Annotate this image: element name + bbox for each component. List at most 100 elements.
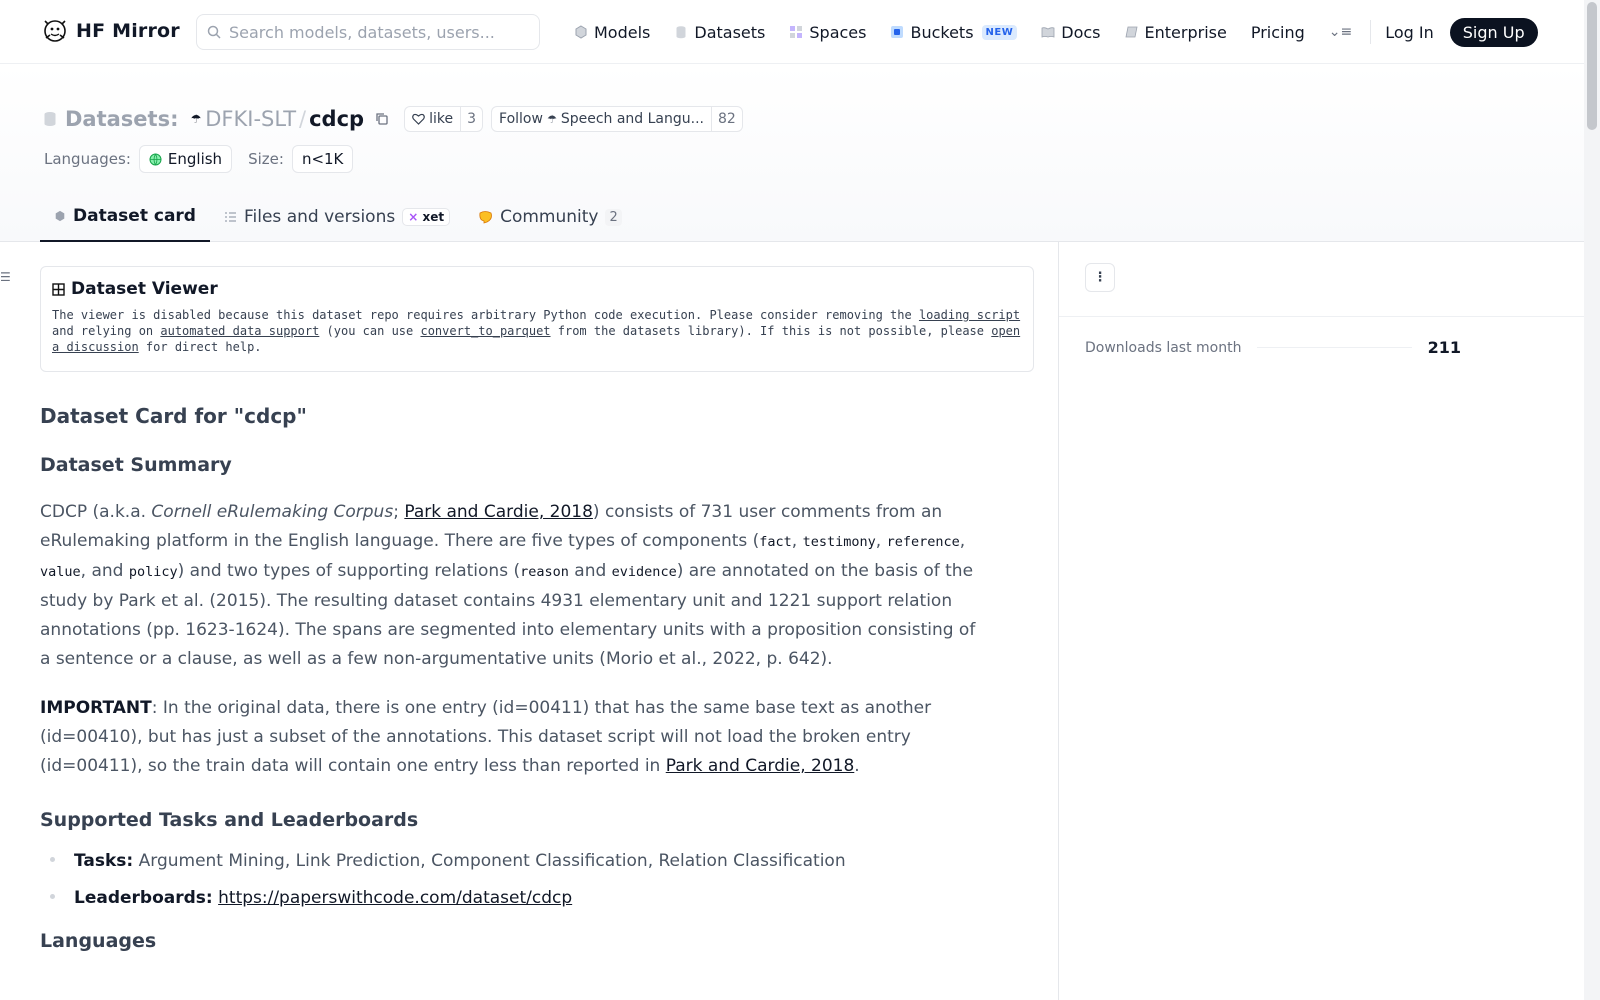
repo-type-label[interactable]: Datasets:: [65, 107, 179, 131]
park-cardie-link-2[interactable]: Park and Cardie, 2018: [666, 756, 855, 776]
size-tag[interactable]: n<1K: [291, 145, 354, 173]
repo-title-row: Datasets: ☂ DFKI-SLT / cdcp like 3 Follo…: [43, 104, 751, 134]
convert-to-parquet-link[interactable]: convert_to_parquet: [420, 324, 550, 338]
code-value: value: [40, 564, 81, 580]
tab-files-and-versions[interactable]: Files and versions × xet: [210, 192, 464, 242]
nav-links: Models Datasets Spaces Buckets NEW Docs …: [574, 17, 1538, 47]
toc-toggle-icon[interactable]: ☰: [0, 270, 11, 284]
follow-button[interactable]: Follow ☂ Speech and Langu...: [492, 107, 711, 131]
like-label: like: [429, 111, 454, 127]
like-button-group: like 3: [404, 106, 484, 132]
xet-badge: × xet: [402, 208, 451, 226]
right-sidebar: ⋮ Downloads last month 211: [1058, 242, 1585, 1000]
nav-pricing[interactable]: Pricing: [1251, 23, 1305, 42]
summary-comma-2: ,: [875, 531, 887, 551]
xet-icon: ×: [408, 210, 419, 224]
loading-script-link[interactable]: loading script: [919, 308, 1020, 322]
summary-corpus-name: Cornell eRulemaking Corpus: [151, 502, 394, 522]
nav-enterprise[interactable]: Enterprise: [1125, 23, 1227, 42]
code-reason: reason: [520, 564, 569, 580]
follow-count[interactable]: 82: [710, 107, 742, 131]
tab-community-label: Community: [500, 207, 599, 227]
viewer-text-5: for direct help.: [138, 340, 262, 354]
nav-pricing-label: Pricing: [1250, 22, 1305, 42]
repo-org-link[interactable]: DFKI-SLT: [205, 107, 296, 131]
repo-slash: /: [299, 107, 307, 131]
dataset-card-content: Dataset Card for "cdcp" Dataset Summary …: [40, 404, 980, 952]
list-item: Leaderboards: https://paperswithcode.com…: [40, 884, 980, 912]
automated-data-support-link[interactable]: automated data support: [160, 324, 319, 338]
like-button[interactable]: like: [405, 107, 460, 131]
important-end: .: [854, 756, 860, 776]
bullet: [50, 894, 55, 899]
summary-heading: Dataset Summary: [40, 454, 232, 476]
summary-text-3: ) and two types of supporting relations …: [177, 561, 521, 581]
viewer-text-4: from the datasets library). If this is n…: [550, 324, 992, 338]
page-scrollbar[interactable]: [1584, 0, 1600, 1000]
code-fact: fact: [759, 534, 792, 550]
signup-button[interactable]: Sign Up: [1449, 17, 1538, 47]
spaces-icon: [790, 26, 803, 38]
nav-divider: [1370, 20, 1372, 44]
card-title: Dataset Card for "cdcp": [40, 404, 307, 428]
heart-icon: [412, 113, 425, 125]
scrollbar-thumb[interactable]: [1587, 2, 1597, 130]
tasks-label: Tasks:: [74, 851, 134, 871]
community-count: 2: [605, 208, 622, 226]
code-evidence: evidence: [611, 564, 677, 580]
nav-spaces[interactable]: Spaces: [789, 23, 866, 42]
tab-community[interactable]: Community 2: [464, 192, 636, 242]
follow-button-group: Follow ☂ Speech and Langu... 82: [491, 106, 743, 132]
size-label: Size:: [248, 150, 284, 168]
xet-label: xet: [422, 210, 445, 224]
more-menu-icon[interactable]: ⌄≡: [1329, 24, 1352, 40]
brand-link[interactable]: HF Mirror: [42, 18, 180, 44]
dataset-viewer-box: Dataset Viewer The viewer is disabled be…: [40, 266, 1034, 372]
downloads-stat: Downloads last month 211: [1085, 338, 1461, 357]
search-box[interactable]: [196, 14, 540, 50]
database-icon: [44, 112, 56, 126]
nav-models[interactable]: Models: [574, 23, 650, 42]
dataset-viewer-title: Dataset Viewer: [52, 279, 1022, 299]
tab-dataset-card[interactable]: Dataset card: [40, 192, 210, 242]
tasks-value: Argument Mining, Link Prediction, Compon…: [133, 851, 846, 871]
viewer-text-1: The viewer is disabled because this data…: [52, 308, 919, 322]
tab-files-label: Files and versions: [243, 207, 396, 227]
repo-meta-row: Languages: English Size: n<1K: [44, 144, 369, 174]
leaderboards-link[interactable]: https://paperswithcode.com/dataset/cdcp: [218, 888, 572, 908]
nav-enterprise-label: Enterprise: [1144, 22, 1227, 42]
copy-icon[interactable]: [374, 111, 390, 127]
nav-datasets[interactable]: Datasets: [674, 23, 765, 42]
like-count[interactable]: 3: [460, 107, 482, 131]
top-navbar: HF Mirror Models Datasets Spaces Buckets…: [0, 0, 1584, 64]
leaderboards-label: Leaderboards:: [74, 888, 213, 908]
follow-org-name: Speech and Langu...: [560, 111, 704, 127]
downloads-label: Downloads last month: [1085, 339, 1242, 356]
more-options-button[interactable]: ⋮: [1085, 263, 1115, 292]
summary-text-1b: ;: [393, 502, 405, 522]
code-policy: policy: [128, 564, 178, 580]
nav-buckets-label: Buckets: [910, 22, 974, 42]
viewer-text-3: (you can use: [319, 324, 421, 338]
park-cardie-link[interactable]: Park and Cardie, 2018: [404, 502, 593, 522]
brand-name: HF Mirror: [76, 20, 180, 42]
nav-docs[interactable]: Docs: [1041, 22, 1101, 42]
tab-dataset-card-label: Dataset card: [73, 206, 196, 226]
login-link[interactable]: Log In: [1385, 23, 1434, 42]
search-input[interactable]: [229, 22, 519, 42]
enterprise-icon: [1125, 26, 1138, 38]
language-tag[interactable]: English: [138, 145, 233, 173]
hf-logo-icon: [44, 20, 66, 42]
list-item: Tasks: Argument Mining, Link Prediction,…: [40, 847, 980, 875]
language-tag-label: English: [167, 150, 223, 168]
tasks-heading: Supported Tasks and Leaderboards: [40, 809, 419, 831]
table-icon: [52, 282, 65, 296]
community-icon: [479, 211, 492, 224]
repo-name-link[interactable]: cdcp: [309, 107, 364, 131]
summary-paragraph: CDCP (a.k.a. Cornell eRulemaking Corpus;…: [40, 498, 980, 674]
code-reference: reference: [886, 534, 960, 550]
nav-docs-label: Docs: [1061, 22, 1101, 42]
nav-buckets[interactable]: Buckets NEW: [890, 22, 1018, 42]
globe-icon: [149, 153, 162, 165]
downloads-value: 211: [1427, 338, 1461, 357]
